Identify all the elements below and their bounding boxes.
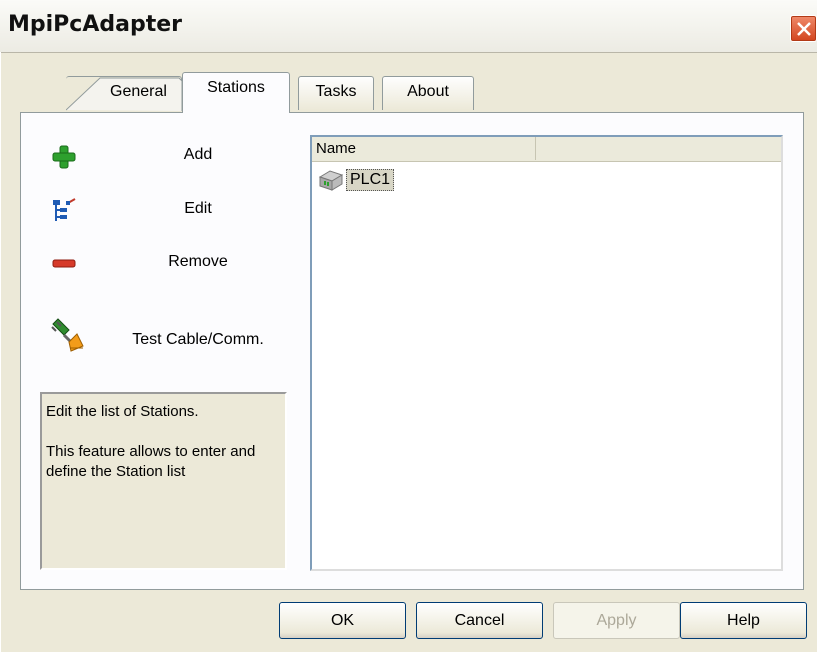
add-label: Add [183, 146, 213, 163]
list-header: Name [312, 137, 781, 162]
title-bar: MpiPcAdapter [0, 0, 817, 53]
remove-label: Remove [168, 253, 228, 270]
plus-icon [52, 145, 76, 169]
description-line-1: Edit the list of Stations. [46, 403, 199, 420]
station-list[interactable]: Name PLC1 [310, 135, 783, 571]
tab-general-label: General [110, 83, 167, 100]
close-button[interactable] [790, 15, 817, 42]
add-station-button[interactable]: Add [50, 143, 280, 171]
tab-stations-label: Stations [207, 79, 265, 96]
tab-about-label: About [407, 83, 449, 100]
tab-about[interactable]: About [382, 76, 474, 110]
plug-icon [51, 318, 84, 352]
window-title: MpiPcAdapter [8, 12, 183, 37]
column-2-header[interactable] [536, 137, 781, 160]
column-name-header[interactable]: Name [312, 137, 536, 160]
close-icon [797, 22, 811, 36]
tab-general[interactable]: General [66, 76, 182, 111]
description-line-2: This feature allows to enter and define … [46, 443, 256, 480]
tab-tasks-label: Tasks [315, 83, 357, 100]
tab-tasks[interactable]: Tasks [298, 76, 374, 110]
plc-station-icon [318, 170, 344, 191]
ok-button[interactable]: OK [279, 602, 406, 639]
edit-station-button[interactable]: Edit [50, 197, 280, 225]
edit-label: Edit [184, 200, 212, 217]
test-cable-label: Test Cable/Comm. [132, 331, 264, 348]
tab-stations[interactable]: Stations [182, 72, 290, 113]
help-button[interactable]: Help [680, 602, 807, 639]
minus-icon [52, 259, 76, 268]
test-cable-button[interactable]: Test Cable/Comm. [50, 318, 280, 362]
tree-edit-icon [53, 198, 76, 221]
station-name: PLC1 [346, 169, 395, 191]
apply-button[interactable]: Apply [553, 602, 680, 639]
remove-station-button[interactable]: Remove [50, 250, 280, 278]
cancel-button[interactable]: Cancel [416, 602, 543, 639]
description-box: Edit the list of Stations. This feature … [40, 392, 287, 570]
